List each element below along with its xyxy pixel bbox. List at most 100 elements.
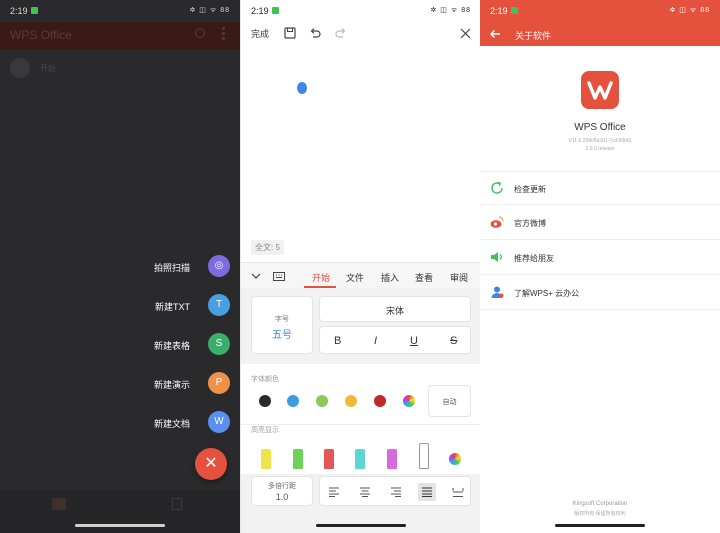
- status-app-icon: [272, 7, 279, 14]
- align-justify-icon[interactable]: [421, 487, 433, 497]
- text-t-icon[interactable]: T: [208, 294, 230, 316]
- done-button[interactable]: 完成: [251, 27, 269, 40]
- font-color-swatch[interactable]: [287, 395, 299, 407]
- fab-new-presentation-label: 新建演示: [153, 380, 190, 390]
- save-icon[interactable]: [284, 27, 296, 39]
- text-cursor-handle[interactable]: [297, 82, 307, 94]
- home-icon[interactable]: [52, 498, 66, 510]
- refresh-icon: [491, 181, 503, 194]
- underline-button[interactable]: U: [410, 335, 418, 347]
- app-title: WPS Office: [10, 28, 72, 42]
- fab-new-document[interactable]: 新建文档 W: [120, 411, 230, 435]
- font-color-swatch[interactable]: [345, 395, 357, 407]
- strikethrough-button[interactable]: S: [450, 335, 457, 347]
- highlighter-pen-none[interactable]: [419, 443, 429, 469]
- user-icon: [491, 286, 504, 298]
- undo-icon[interactable]: [309, 27, 321, 39]
- font-color-swatch[interactable]: [316, 395, 328, 407]
- back-arrow-icon[interactable]: [489, 29, 501, 39]
- learn-wps-cloud-item[interactable]: 了解WPS+ 云办公: [480, 276, 720, 310]
- highlighter-pen[interactable]: [387, 449, 397, 469]
- alignment-buttons: [319, 476, 471, 506]
- fab-scan[interactable]: 拍照扫描 ◎: [120, 255, 230, 279]
- company-name: Kingsoft Corporation: [572, 501, 628, 507]
- align-center-icon[interactable]: [359, 487, 371, 497]
- fab-new-sheet-label: 新建表格: [153, 341, 190, 351]
- status-bar: 2:19 ✲ ◫ ᯤ 88: [0, 0, 240, 22]
- line-spacing-button[interactable]: 多倍行距 1.0: [251, 476, 313, 506]
- document-w-icon[interactable]: W: [208, 411, 230, 433]
- italic-button[interactable]: I: [374, 335, 377, 347]
- copyright-text: 版权所有 保留所有权利: [574, 511, 626, 517]
- status-app-icon: [31, 7, 38, 14]
- auto-color-label: 自动: [442, 399, 457, 406]
- status-app-icon: [511, 7, 518, 14]
- bold-button[interactable]: B: [334, 335, 341, 347]
- panel-new-file-menu: 2:19 ✲ ◫ ᯤ 88 WPS Office 开始 拍照扫描 ◎ 新建TXT…: [0, 0, 240, 533]
- app-name: WPS Office: [574, 122, 626, 133]
- font-family-value: 宋体: [385, 306, 404, 316]
- document-canvas[interactable]: [241, 46, 480, 260]
- highlighter-pen[interactable]: [355, 449, 365, 469]
- learn-wps-cloud-label: 了解WPS+ 云办公: [514, 289, 580, 298]
- highlighter-pen[interactable]: [261, 449, 271, 469]
- align-right-icon[interactable]: [390, 487, 402, 497]
- version-text: V11.6.2(Mi/6b2d1-7cd3f0b0): [568, 138, 632, 144]
- fab-new-presentation[interactable]: 新建演示 P: [120, 372, 230, 396]
- camera-icon[interactable]: ◎: [208, 255, 230, 277]
- home-indicator[interactable]: [75, 524, 165, 527]
- check-update-item[interactable]: 检查更新: [480, 171, 720, 205]
- tab-home[interactable]: 开始: [312, 271, 330, 284]
- tab-view[interactable]: 查看: [415, 271, 433, 284]
- highlight-picker-icon[interactable]: [449, 453, 461, 465]
- close-icon[interactable]: [460, 28, 471, 39]
- align-left-icon[interactable]: [328, 487, 340, 497]
- wps-w-logo-icon: [587, 81, 613, 100]
- auto-color-button[interactable]: 自动: [428, 385, 471, 417]
- more-icon[interactable]: [222, 27, 225, 41]
- fab-close-button[interactable]: ✕: [195, 448, 227, 480]
- official-weibo-item[interactable]: 官方微博: [480, 206, 720, 240]
- tab-review[interactable]: 审阅: [450, 271, 468, 284]
- sheet-s-icon[interactable]: S: [208, 333, 230, 355]
- font-color-swatch[interactable]: [259, 395, 271, 407]
- font-family-button[interactable]: 宋体: [319, 296, 471, 322]
- status-bar: 2:19 ✲ ◫ ᯤ 88: [241, 0, 480, 22]
- status-indicators: ✲ ◫ ᯤ 88: [189, 7, 230, 14]
- highlighter-pen[interactable]: [324, 449, 334, 469]
- check-update-label: 检查更新: [514, 185, 546, 194]
- redo-icon[interactable]: [335, 27, 347, 39]
- font-size-label: 字号: [275, 316, 289, 323]
- search-icon[interactable]: [195, 28, 205, 38]
- align-distributed-icon[interactable]: [452, 487, 464, 497]
- fab-new-txt-label: 新建TXT: [155, 302, 190, 312]
- line-spacing-label: 多倍行距: [268, 483, 296, 490]
- file-icon[interactable]: [172, 498, 182, 510]
- chevron-down-icon[interactable]: [251, 272, 261, 280]
- wps-logo: [581, 71, 619, 109]
- fab-scan-label: 拍照扫描: [153, 263, 190, 273]
- presentation-p-icon[interactable]: P: [208, 372, 230, 394]
- home-indicator[interactable]: [555, 524, 645, 527]
- tab-file[interactable]: 文件: [346, 271, 364, 284]
- editor-top-bar: 完成: [241, 22, 480, 46]
- tab-insert[interactable]: 插入: [381, 271, 399, 284]
- fab-new-sheet[interactable]: 新建表格 S: [120, 333, 230, 357]
- color-picker-icon[interactable]: [403, 395, 415, 407]
- build-text: 1.0.0.release: [585, 146, 615, 152]
- status-indicators: ✲ ◫ ᯤ 88: [430, 7, 471, 14]
- font-size-button[interactable]: 字号 五号: [251, 296, 313, 354]
- fab-new-txt[interactable]: 新建TXT T: [120, 294, 230, 318]
- font-size-value: 五号: [272, 330, 292, 341]
- highlight-section: 高亮显示: [241, 424, 480, 474]
- highlighter-pen[interactable]: [293, 449, 303, 469]
- recommend-friends-item[interactable]: 推荐给朋友: [480, 241, 720, 275]
- home-indicator[interactable]: [316, 524, 406, 527]
- keyboard-icon[interactable]: [273, 271, 285, 281]
- font-color-swatch[interactable]: [374, 395, 386, 407]
- list-item: 开始: [10, 58, 230, 78]
- folder-icon: [10, 58, 30, 78]
- font-color-section: 字体颜色 自动: [241, 364, 480, 424]
- list-item-label: 开始: [40, 64, 56, 73]
- status-bar: 2:19 ✲ ◫ ᯤ 88: [480, 0, 720, 22]
